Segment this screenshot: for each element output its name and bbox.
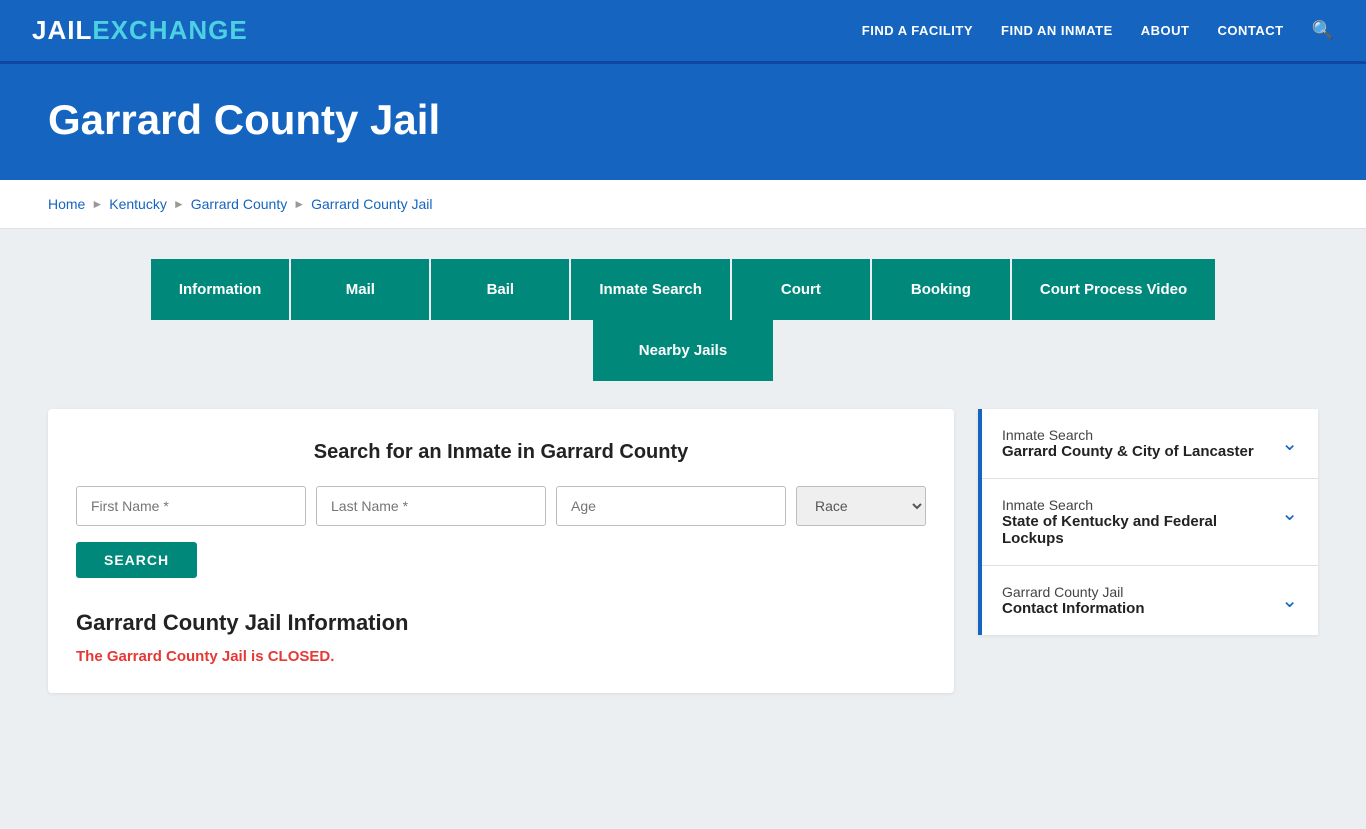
tabs-row-2: Nearby Jails [48,320,1318,381]
find-an-inmate-link[interactable]: FIND AN INMATE [1001,23,1113,38]
left-panel: Search for an Inmate in Garrard County R… [48,409,954,693]
age-input[interactable] [556,486,786,526]
contact-link[interactable]: CONTACT [1217,23,1283,38]
last-name-input[interactable] [316,486,546,526]
breadcrumb-kentucky[interactable]: Kentucky [109,196,167,212]
main-content: Search for an Inmate in Garrard County R… [48,409,1318,693]
right-panel: Inmate Search Garrard County & City of L… [978,409,1318,635]
breadcrumb-home[interactable]: Home [48,196,85,212]
sidebar-contact-info[interactable]: Garrard County Jail Contact Information … [982,566,1318,635]
tab-court[interactable]: Court [732,259,872,320]
info-section: Garrard County Jail Information The Garr… [76,610,926,665]
tabs-row-1: Information Mail Bail Inmate Search Cour… [48,259,1318,320]
sidebar-label-2: Inmate Search [1002,497,1271,513]
sidebar-subtitle-1: Garrard County & City of Lancaster [1002,443,1254,460]
about-link[interactable]: ABOUT [1141,23,1190,38]
tab-booking[interactable]: Booking [872,259,1012,320]
breadcrumb-sep-2: ► [173,197,185,211]
chevron-down-icon-1: ⌄ [1281,431,1298,456]
hero-section: Garrard County Jail [0,64,1366,180]
sidebar-inmate-search-state[interactable]: Inmate Search State of Kentucky and Fede… [982,479,1318,566]
find-a-facility-link[interactable]: FIND A FACILITY [862,23,973,38]
tab-mail[interactable]: Mail [291,259,431,320]
tab-inmate-search[interactable]: Inmate Search [571,259,732,320]
logo-jail: JAIL [32,15,92,46]
logo[interactable]: JAILEXCHANGE [32,15,248,46]
search-form: Race White Black Hispanic Asian Other [76,486,926,526]
search-title: Search for an Inmate in Garrard County [76,441,926,464]
tab-nearby-jails[interactable]: Nearby Jails [593,320,773,381]
breadcrumb: Home ► Kentucky ► Garrard County ► Garra… [48,196,1318,212]
tab-court-process-video[interactable]: Court Process Video [1012,259,1215,320]
breadcrumb-current: Garrard County Jail [311,196,432,212]
sidebar-subtitle-3: Contact Information [1002,600,1145,617]
info-title: Garrard County Jail Information [76,610,926,636]
race-select[interactable]: Race White Black Hispanic Asian Other [796,486,926,526]
navbar: JAILEXCHANGE FIND A FACILITY FIND AN INM… [0,0,1366,64]
chevron-down-icon-3: ⌄ [1281,588,1298,613]
nav-links: FIND A FACILITY FIND AN INMATE ABOUT CON… [862,20,1334,41]
first-name-input[interactable] [76,486,306,526]
sidebar-label-1: Inmate Search [1002,427,1254,443]
page-title: Garrard County Jail [48,96,1318,144]
closed-notice: The Garrard County Jail is CLOSED. [76,648,926,665]
breadcrumb-sep-3: ► [293,197,305,211]
sidebar-label-3: Garrard County Jail [1002,584,1145,600]
breadcrumb-bar: Home ► Kentucky ► Garrard County ► Garra… [0,180,1366,229]
sidebar-inmate-search-local[interactable]: Inmate Search Garrard County & City of L… [982,409,1318,479]
logo-exchange: EXCHANGE [92,15,247,46]
tab-bail[interactable]: Bail [431,259,571,320]
sidebar-subtitle-2: State of Kentucky and Federal Lockups [1002,513,1271,547]
breadcrumb-garrard-county[interactable]: Garrard County [191,196,287,212]
breadcrumb-sep-1: ► [91,197,103,211]
search-icon[interactable]: 🔍 [1312,20,1334,41]
tab-information[interactable]: Information [151,259,292,320]
content-area: Information Mail Bail Inmate Search Cour… [0,229,1366,829]
chevron-down-icon-2: ⌄ [1281,501,1298,526]
search-button[interactable]: SEARCH [76,542,197,578]
